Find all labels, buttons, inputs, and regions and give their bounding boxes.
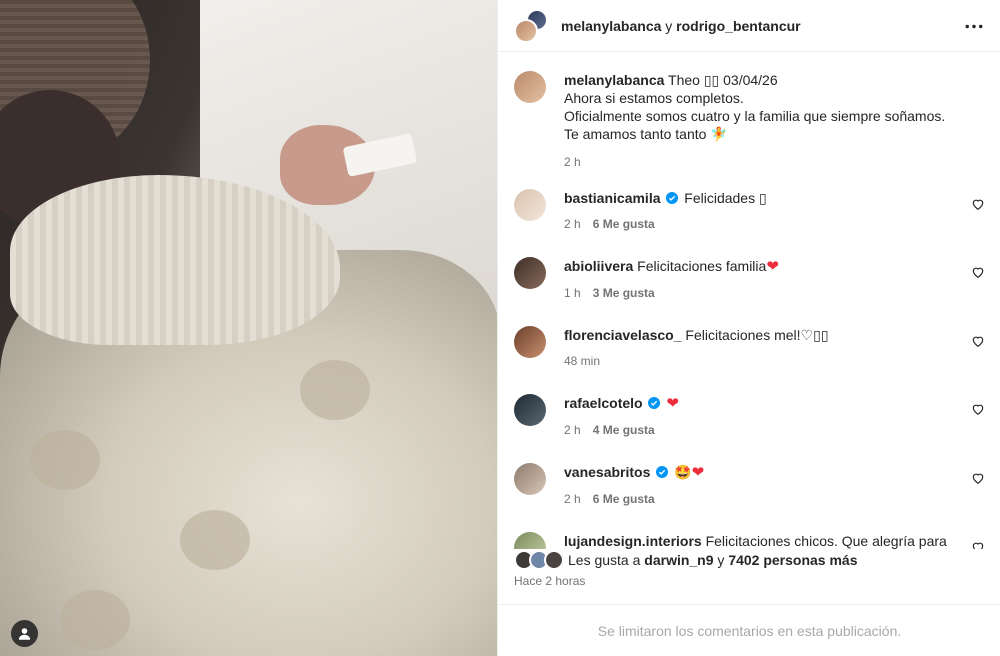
comment-username[interactable]: rafaelcotelo — [564, 395, 643, 411]
comment-meta: 1 h 3 Me gusta — [564, 284, 955, 302]
comment-username[interactable]: lujandesign.interiors — [564, 533, 702, 549]
comment-item: vanesabritos 🤩❤ 2 h 6 Me gusta — [514, 463, 985, 508]
caption-line: Oficialmente somos cuatro y la familia q… — [564, 108, 946, 124]
post-details-panel: melanylabanca y rodrigo_bentancur melany… — [497, 0, 1000, 656]
bear-pattern — [300, 360, 370, 420]
verified-badge-icon — [656, 466, 669, 478]
comment-item: florenciavelasco_ Felicitaciones mel!♡▯▯… — [514, 326, 985, 370]
comment-meta: 2 h 6 Me gusta — [564, 490, 955, 508]
more-options-button[interactable] — [962, 16, 986, 36]
avatar[interactable] — [514, 463, 546, 495]
like-heart-icon[interactable] — [971, 197, 985, 211]
comments-limited-notice: Se limitaron los comentarios en esta pub… — [498, 604, 1000, 656]
caption-time[interactable]: 2 h — [564, 153, 581, 171]
bear-pattern — [30, 430, 100, 490]
like-heart-icon[interactable] — [971, 402, 985, 416]
liker-username[interactable]: darwin_n9 — [644, 552, 713, 568]
post-header: melanylabanca y rodrigo_bentancur — [498, 0, 1000, 52]
comment-username[interactable]: abioliivera — [564, 258, 633, 274]
comment-meta: 2 h 6 Me gusta — [564, 215, 955, 233]
caption-line: Ahora si estamos completos. — [564, 90, 744, 106]
avatar[interactable] — [514, 257, 546, 289]
header-username-1[interactable]: melanylabanca — [561, 18, 661, 34]
comment-item: abioliivera Felicitaciones familia❤ 1 h … — [514, 257, 985, 302]
caption-body: melanylabanca Theo ▯▯ 03/04/26 Ahora si … — [564, 71, 985, 171]
comment-meta: 48 min — [564, 352, 955, 370]
avatar[interactable] — [514, 532, 546, 549]
comment-text: Felicitaciones familia — [637, 258, 767, 274]
comment-body: abioliivera Felicitaciones familia❤ 1 h … — [564, 257, 985, 302]
caption-meta: 2 h — [564, 153, 955, 171]
avatar[interactable] — [514, 71, 546, 103]
comment-username[interactable]: vanesabritos — [564, 464, 650, 480]
post-footer: Les gusta a darwin_n9 y 7402 personas má… — [498, 549, 1000, 588]
comment-body: bastianicamila Felicidades ▯ 2 h 6 Me gu… — [564, 189, 985, 233]
post-time-ago[interactable]: Hace 2 horas — [514, 574, 985, 588]
comment-meta: 2 h 4 Me gusta — [564, 421, 955, 439]
avatar[interactable] — [514, 394, 546, 426]
comment-body: rafaelcotelo ❤ 2 h 4 Me gusta — [564, 394, 985, 439]
comment-text: Felicidades ▯ — [684, 190, 767, 206]
red-heart-emoji: ❤ — [691, 464, 705, 481]
comment-likes[interactable]: 6 Me gusta — [593, 490, 655, 508]
bear-pattern — [180, 510, 250, 570]
avatar[interactable] — [514, 326, 546, 358]
bear-pattern — [60, 590, 130, 650]
comment-username[interactable]: florenciavelasco_ — [564, 327, 682, 343]
like-heart-icon[interactable] — [971, 540, 985, 549]
likes-prefix: Les gusta a — [568, 552, 641, 568]
avatar — [544, 550, 564, 570]
caption-line: Theo ▯▯ 03/04/26 — [668, 72, 778, 88]
likes-summary: Les gusta a darwin_n9 y 7402 personas má… — [514, 549, 985, 571]
post-caption: melanylabanca Theo ▯▯ 03/04/26 Ahora si … — [514, 71, 985, 171]
comment-likes[interactable]: 6 Me gusta — [593, 215, 655, 233]
comment-text: Felicitaciones mel!♡▯▯ — [685, 327, 829, 343]
like-heart-icon[interactable] — [971, 265, 985, 279]
comment-body: florenciavelasco_ Felicitaciones mel!♡▯▯… — [564, 326, 985, 370]
person-icon — [18, 628, 31, 640]
caption-username[interactable]: melanylabanca — [564, 72, 664, 88]
like-heart-icon[interactable] — [971, 334, 985, 348]
tagged-users-button[interactable] — [11, 620, 38, 647]
likes-connector: y — [717, 552, 725, 568]
comment-likes[interactable]: 3 Me gusta — [593, 284, 655, 302]
post-image[interactable] — [0, 0, 497, 656]
comment-time[interactable]: 2 h — [564, 215, 581, 233]
comment-item: rafaelcotelo ❤ 2 h 4 Me gusta — [514, 394, 985, 439]
comment-time[interactable]: 2 h — [564, 421, 581, 439]
verified-badge-icon — [648, 397, 661, 409]
collab-avatars[interactable] — [514, 8, 548, 43]
verified-badge-icon — [666, 192, 679, 204]
red-heart-emoji: ❤ — [766, 258, 779, 275]
collab-usernames: melanylabanca y rodrigo_bentancur — [561, 18, 801, 34]
comment-body: vanesabritos 🤩❤ 2 h 6 Me gusta — [564, 463, 985, 508]
avatar[interactable] — [514, 189, 546, 221]
more-horizontal-icon — [965, 24, 983, 28]
comment-username[interactable]: bastianicamila — [564, 190, 661, 206]
comment-time[interactable]: 2 h — [564, 490, 581, 508]
header-separator: y — [665, 17, 673, 34]
header-username-2[interactable]: rodrigo_bentancur — [676, 18, 800, 34]
comment-time[interactable]: 1 h — [564, 284, 581, 302]
comment-time[interactable]: 48 min — [564, 352, 600, 370]
comment-body: lujandesign.interiors Felicitaciones chi… — [564, 532, 985, 549]
comment-item: lujandesign.interiors Felicitaciones chi… — [514, 532, 985, 549]
liker-avatars[interactable] — [514, 550, 566, 570]
comments-list[interactable]: melanylabanca Theo ▯▯ 03/04/26 Ahora si … — [498, 53, 1000, 549]
avatar — [514, 18, 538, 43]
red-heart-emoji: ❤ — [666, 395, 679, 412]
comment-text: Felicitaciones chicos. Que alegría para — [705, 533, 947, 549]
likes-count-link[interactable]: 7402 personas más — [728, 552, 857, 568]
comment-item: bastianicamila Felicidades ▯ 2 h 6 Me gu… — [514, 189, 985, 233]
like-heart-icon[interactable] — [971, 471, 985, 485]
comment-likes[interactable]: 4 Me gusta — [593, 421, 655, 439]
caption-line: Te amamos tanto tanto 🧚 — [564, 126, 728, 142]
star-eyes-emoji: 🤩 — [674, 464, 692, 480]
